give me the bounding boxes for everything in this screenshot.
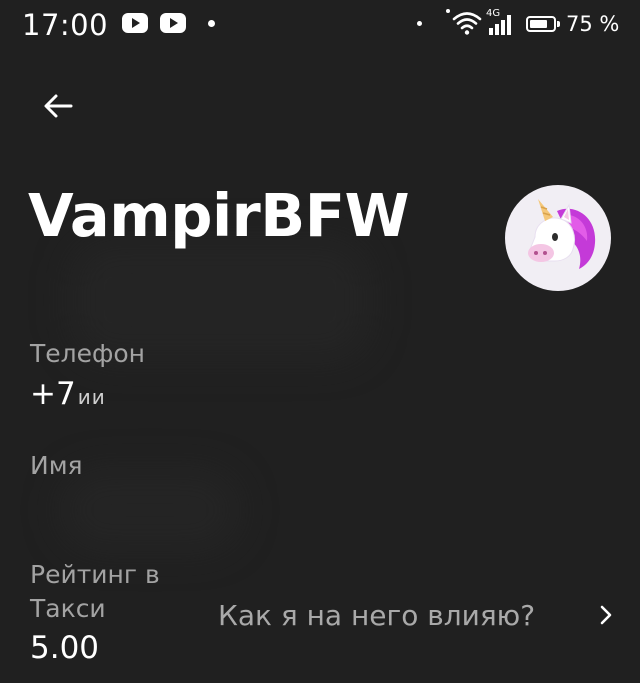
- youtube-icon: [160, 13, 186, 33]
- phone-label: Телефон: [30, 339, 146, 368]
- location-dot-icon: [417, 21, 422, 26]
- notification-dot-icon: [208, 20, 215, 27]
- signal-icon: [489, 15, 511, 35]
- chevron-right-icon: [600, 605, 612, 625]
- rating-value: 5.00: [30, 630, 100, 666]
- name-label: Имя: [30, 451, 83, 480]
- battery-tip: [557, 21, 560, 27]
- phone-masked-suffix: ии: [77, 385, 106, 409]
- phone-number: +7: [30, 376, 76, 412]
- profile-title: VampirBFW: [28, 181, 410, 250]
- wifi-icon: [452, 12, 482, 35]
- unicorn-avatar-icon: [528, 199, 596, 269]
- back-button[interactable]: [34, 82, 82, 130]
- arrow-left-icon: [44, 94, 73, 118]
- battery-percent: 75 %: [566, 12, 620, 36]
- sync-dot-icon: [446, 9, 450, 13]
- battery-icon: [526, 16, 556, 32]
- blurred-region: [60, 470, 240, 550]
- youtube-icon: [122, 13, 148, 33]
- status-time: 17:00: [22, 8, 109, 42]
- rating-label: Рейтинг в Такси: [30, 560, 160, 623]
- rating-influence-link[interactable]: Как я на него влияю?: [218, 591, 618, 639]
- avatar[interactable]: [505, 185, 611, 291]
- phone-value[interactable]: +7 ии: [30, 376, 106, 412]
- rating-influence-label: Как я на него влияю?: [218, 598, 536, 632]
- battery-level: [530, 20, 547, 28]
- status-bar: 17:00 4G 75 %: [0, 0, 640, 52]
